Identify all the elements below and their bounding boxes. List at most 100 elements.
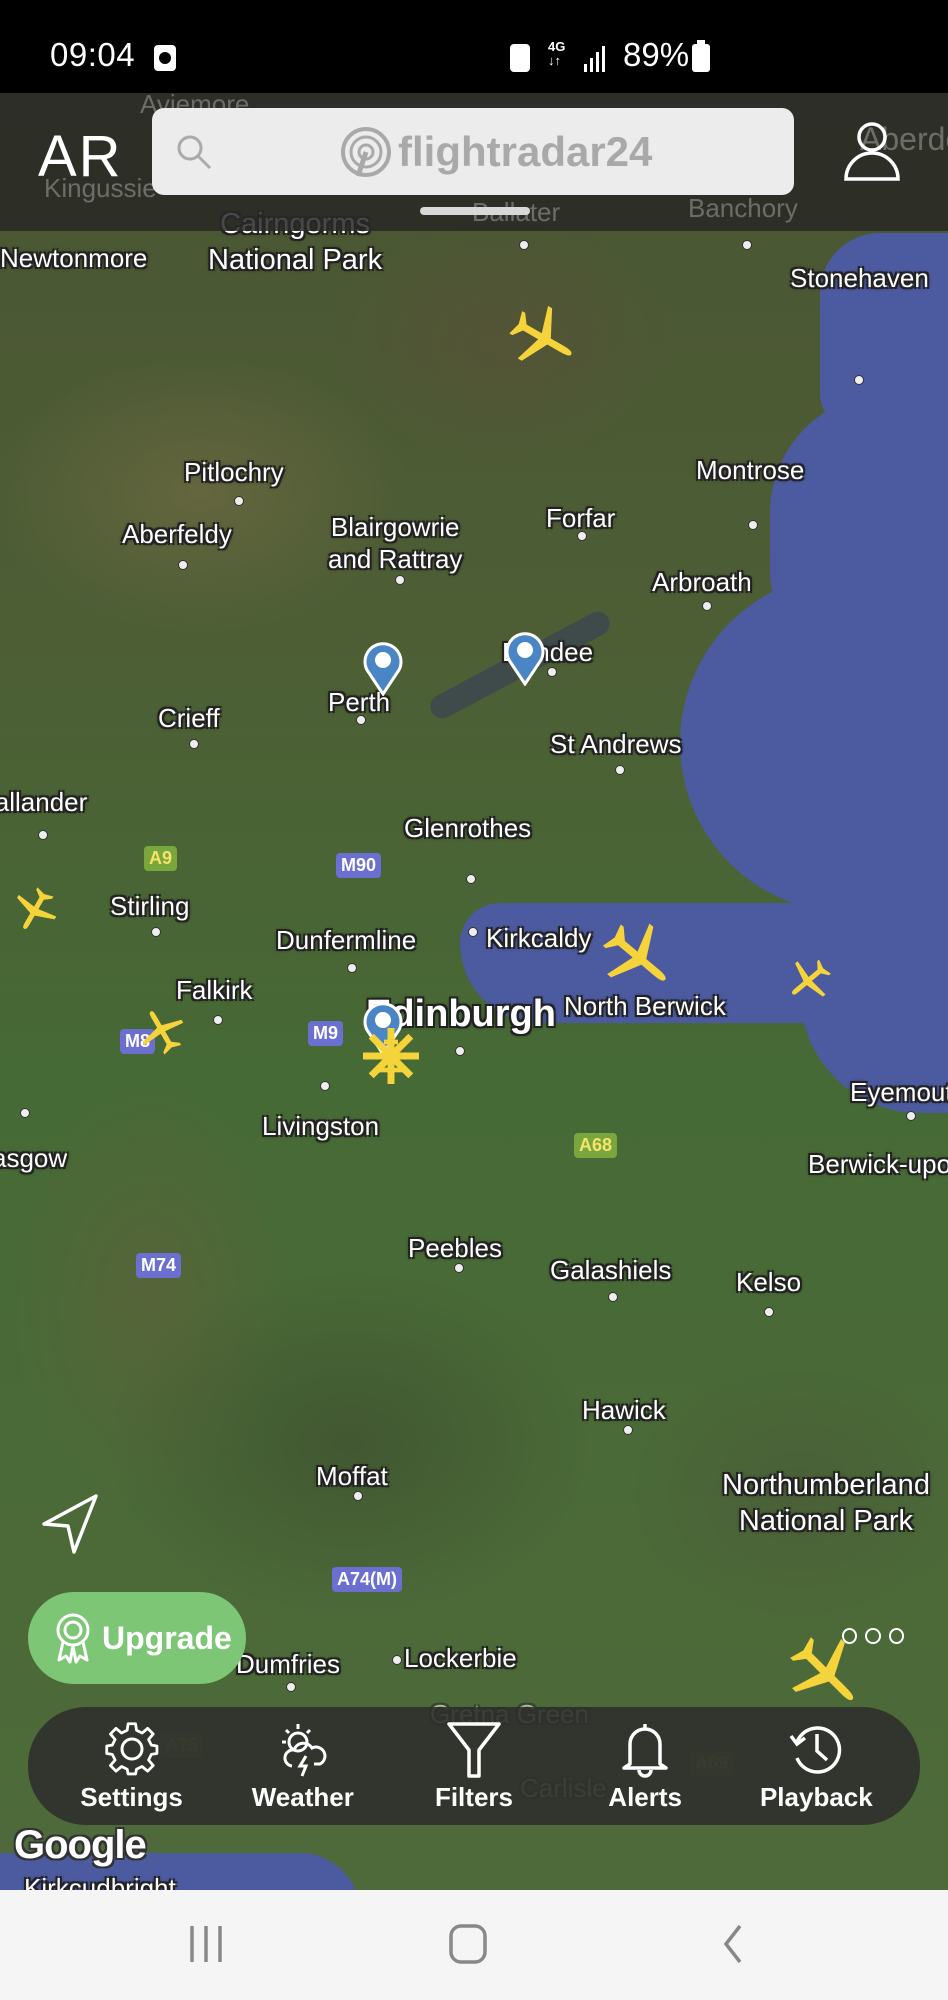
user-account-icon[interactable] <box>840 119 904 183</box>
location-pin-perth[interactable] <box>362 640 404 696</box>
home-icon[interactable] <box>448 1922 488 1966</box>
search-icon <box>177 135 212 170</box>
road-shield: A9 <box>144 846 178 871</box>
place-label: Kirkcaldy <box>486 923 592 953</box>
toolbar-filters-button[interactable]: Filters <box>394 1720 554 1813</box>
google-attribution: Google <box>14 1823 147 1867</box>
place-label: Callander <box>0 787 88 817</box>
place-label: Newtonmore <box>0 243 148 273</box>
place-label: Pitlochry <box>184 457 284 487</box>
place-dot <box>353 1491 363 1501</box>
place-label: Livingston <box>262 1111 380 1141</box>
alarm-icon <box>154 45 176 71</box>
place-label: Dunfermline <box>276 925 417 955</box>
place-dot <box>178 560 188 570</box>
toolbar-alerts-button[interactable]: Alerts <box>565 1720 725 1813</box>
weather-icon <box>281 1723 327 1777</box>
place-label: Hawick <box>582 1395 666 1425</box>
more-options-button[interactable] <box>842 1628 904 1648</box>
toolbar-playback-button[interactable]: Playback <box>736 1720 896 1813</box>
place-label: Forfar <box>546 503 616 533</box>
aircraft-icon[interactable] <box>126 995 197 1066</box>
place-dot <box>615 765 625 775</box>
place-label: Stonehaven <box>790 263 929 293</box>
place-dot <box>577 531 587 541</box>
place-dot <box>189 739 199 749</box>
my-location-arrow-icon[interactable] <box>36 1490 104 1558</box>
place-dot <box>38 830 48 840</box>
search-placeholder: flightradar24 <box>398 128 653 175</box>
place-dot <box>623 1425 633 1435</box>
place-dot <box>395 575 405 585</box>
place-dot <box>608 1292 618 1302</box>
place-label: Northumberland National Park <box>722 1469 930 1537</box>
search-input[interactable]: flightradar24 <box>152 108 794 195</box>
bottom-toolbar: Settings Weather Filters Alerts Playback <box>28 1707 920 1825</box>
filter-icon <box>447 1721 501 1778</box>
place-label: Lockerbie <box>404 1643 517 1673</box>
battery-icon <box>692 40 710 72</box>
place-label: Glasgow <box>0 1143 68 1173</box>
place-dot <box>347 963 357 973</box>
place-label: Moffat <box>316 1461 388 1491</box>
more-dot <box>888 1628 904 1644</box>
road-shield: A74(M) <box>332 1567 403 1592</box>
sea-north-sea <box>680 573 948 913</box>
place-dot <box>906 1111 916 1121</box>
place-dot <box>748 520 758 530</box>
place-label: Crieff <box>158 703 220 733</box>
toolbar-weather-button[interactable]: Weather <box>223 1720 383 1813</box>
back-icon[interactable] <box>718 1922 748 1966</box>
place-dot <box>151 927 161 937</box>
place-label: Eyemouth <box>850 1077 948 1107</box>
radar-logo-icon <box>341 127 391 177</box>
road-shield: M90 <box>336 853 382 878</box>
place-label: Dumfries <box>236 1649 341 1679</box>
place-dot <box>547 667 557 677</box>
signal-icon <box>584 44 608 72</box>
place-dot <box>742 240 752 250</box>
road-shield: M74 <box>136 1253 182 1278</box>
top-bar: Aviemore Kingussie Ballater Banchory Abe… <box>0 89 948 231</box>
place-label: Blairgowrie and Rattray <box>328 512 463 574</box>
toolbar-settings-button[interactable]: Settings <box>52 1720 212 1813</box>
toolbar-label: Settings <box>80 1781 183 1812</box>
place-dot <box>20 1108 30 1118</box>
place-label: Kelso <box>736 1267 802 1297</box>
place-label: Glenrothes <box>404 813 532 843</box>
toolbar-label: Playback <box>759 1781 873 1812</box>
place-label: Arbroath <box>652 567 752 597</box>
road-shield: M9 <box>308 1021 344 1046</box>
upgrade-button[interactable]: Upgrade <box>28 1592 246 1684</box>
place-label: St Andrews <box>550 729 682 759</box>
flightradar24-logo: flightradar24 <box>340 122 652 182</box>
place-label: Falkirk <box>176 975 253 1005</box>
place-label: Galashiels <box>550 1255 672 1285</box>
bell-icon <box>622 1723 668 1778</box>
award-ribbon-icon <box>56 1613 90 1664</box>
place-label: Montrose <box>696 455 805 485</box>
system-nav-bar <box>0 1890 948 2000</box>
place-label: Peebles <box>408 1233 502 1263</box>
place-dot <box>454 1263 464 1273</box>
place-dot <box>854 375 864 385</box>
more-dot <box>842 1628 858 1644</box>
location-pin-dundee[interactable] <box>504 630 546 686</box>
place-dot <box>286 1682 296 1692</box>
drag-handle[interactable] <box>420 207 530 215</box>
place-dot <box>234 496 244 506</box>
aircraft-cluster-icon[interactable] <box>356 1021 426 1091</box>
network-label: 4G <box>548 39 566 54</box>
aircraft-icon[interactable] <box>1 876 69 944</box>
network-type: 4G ↓↑ <box>548 39 566 68</box>
battery-percent: 89% <box>623 36 690 73</box>
place-dot <box>320 1081 330 1091</box>
upgrade-label: Upgrade <box>102 1619 232 1656</box>
ar-button[interactable]: AR <box>38 123 123 190</box>
aircraft-icon[interactable] <box>495 290 591 386</box>
toolbar-label: Filters <box>434 1781 513 1812</box>
road-shield: A68 <box>574 1133 618 1158</box>
place-dot <box>764 1307 774 1317</box>
place-dot <box>213 1015 223 1025</box>
recent-apps-icon[interactable] <box>186 1922 226 1966</box>
